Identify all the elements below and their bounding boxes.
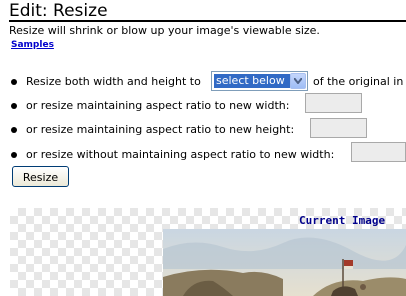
option-resize-both-label: Resize both width and height to <box>26 75 201 88</box>
chevron-down-icon[interactable] <box>290 73 306 89</box>
select-value: select below <box>214 74 290 88</box>
samples-link[interactable]: Samples <box>11 39 54 51</box>
bullet-icon <box>11 127 17 133</box>
bullet-icon <box>11 152 17 158</box>
current-image <box>163 229 406 296</box>
option-free-width-label: or resize without maintaining aspect rat… <box>26 148 335 161</box>
option-resize-both: Resize both width and height to <box>11 75 201 89</box>
option-aspect-width-label: or resize maintaining aspect ratio to ne… <box>26 99 290 112</box>
resize-percent-select[interactable]: select below <box>211 71 308 91</box>
title-divider <box>9 20 406 22</box>
option-aspect-height: or resize maintaining aspect ratio to ne… <box>11 123 294 137</box>
current-image-label: Current Image <box>299 214 386 227</box>
option-aspect-height-label: or resize maintaining aspect ratio to ne… <box>26 123 295 136</box>
aspect-height-input[interactable] <box>310 118 367 138</box>
option-aspect-width: or resize maintaining aspect ratio to ne… <box>11 99 289 113</box>
option-resize-both-suffix: of the original in <box>313 75 404 88</box>
free-width-input[interactable] <box>351 142 406 162</box>
page-title: Edit: Resize <box>9 1 108 21</box>
page-description: Resize will shrink or blow up your image… <box>9 24 320 37</box>
bullet-icon <box>11 79 17 85</box>
aspect-width-input[interactable] <box>305 93 362 113</box>
bullet-icon <box>11 103 17 109</box>
resize-button[interactable]: Resize <box>12 166 69 187</box>
option-free-width: or resize without maintaining aspect rat… <box>11 148 334 162</box>
